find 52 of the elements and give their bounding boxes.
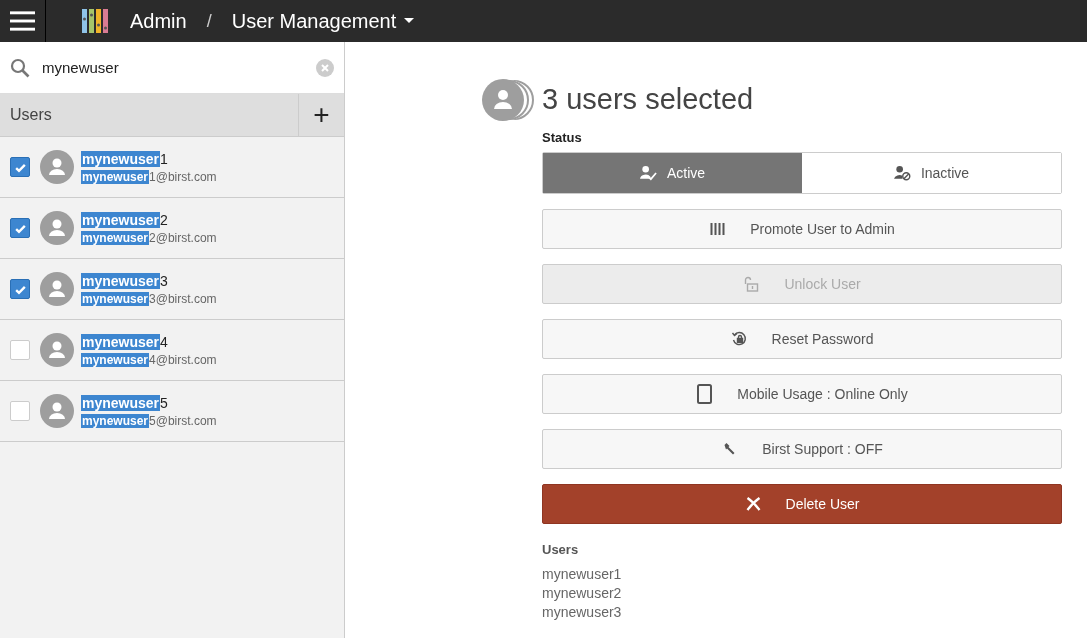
avatar-icon xyxy=(40,150,74,184)
bars-icon xyxy=(709,221,727,237)
unlock-icon xyxy=(743,276,761,292)
user-name: mynewuser4 xyxy=(81,333,169,350)
search-field[interactable]: mynewuser xyxy=(0,42,344,94)
checkbox[interactable] xyxy=(10,218,30,238)
avatar-icon xyxy=(40,211,74,245)
search-icon xyxy=(10,57,30,78)
user-name: mynewuser3 xyxy=(81,272,169,289)
active-toggle[interactable]: Active xyxy=(543,153,802,193)
support-button[interactable]: Birst Support : OFF xyxy=(542,429,1062,469)
user-name: mynewuser1 xyxy=(81,150,169,167)
selected-user: mynewuser3 xyxy=(542,603,623,622)
user-email: mynewuser1@birst.com xyxy=(81,169,217,184)
logo-icon xyxy=(82,7,110,35)
checkbox[interactable] xyxy=(10,157,30,177)
checkbox[interactable] xyxy=(10,279,30,299)
user-name: mynewuser2 xyxy=(81,211,169,228)
search-input[interactable]: mynewuser xyxy=(40,58,306,77)
user-list-item[interactable]: mynewuser1 mynewuser1@birst.com xyxy=(0,137,344,198)
caret-icon xyxy=(404,18,415,24)
promote-button[interactable]: Promote User to Admin xyxy=(542,209,1062,249)
user-blocked-icon xyxy=(893,165,911,181)
reset-button[interactable]: Reset Password xyxy=(542,319,1062,359)
selected-user: mynewuser1 xyxy=(542,565,623,584)
page-dropdown[interactable]: User Management xyxy=(231,9,415,33)
breadcrumb-admin[interactable]: Admin xyxy=(130,9,187,33)
reset-lock-icon xyxy=(730,331,748,347)
breadcrumb-separator: / xyxy=(206,10,212,32)
user-email: mynewuser4@birst.com xyxy=(81,352,217,367)
selection-title: 3 users selected xyxy=(542,82,755,117)
delete-button[interactable]: Delete User xyxy=(542,484,1062,524)
user-list-item[interactable]: mynewuser5 mynewuser5@birst.com xyxy=(0,381,344,442)
user-list-item[interactable]: mynewuser3 mynewuser3@birst.com xyxy=(0,259,344,320)
tablet-icon xyxy=(696,384,714,404)
user-name: mynewuser5 xyxy=(81,394,169,411)
mobile-button[interactable]: Mobile Usage : Online Only xyxy=(542,374,1062,414)
user-check-icon xyxy=(639,165,657,181)
user-email: mynewuser2@birst.com xyxy=(81,230,217,245)
close-icon xyxy=(744,496,762,512)
user-email: mynewuser5@birst.com xyxy=(81,413,217,428)
avatar-icon xyxy=(40,394,74,428)
menu-icon xyxy=(10,10,35,32)
users-label: Users xyxy=(542,542,580,557)
avatar-icon xyxy=(40,272,74,306)
selected-user: mynewuser2 xyxy=(542,584,623,603)
user-email: mynewuser3@birst.com xyxy=(81,291,217,306)
users-title: Users xyxy=(9,106,53,124)
user-list-item[interactable]: mynewuser2 mynewuser2@birst.com xyxy=(0,198,344,259)
status-label: Status xyxy=(542,130,583,145)
user-list-item[interactable]: mynewuser4 mynewuser4@birst.com xyxy=(0,320,344,381)
avatar-icon xyxy=(40,333,74,367)
